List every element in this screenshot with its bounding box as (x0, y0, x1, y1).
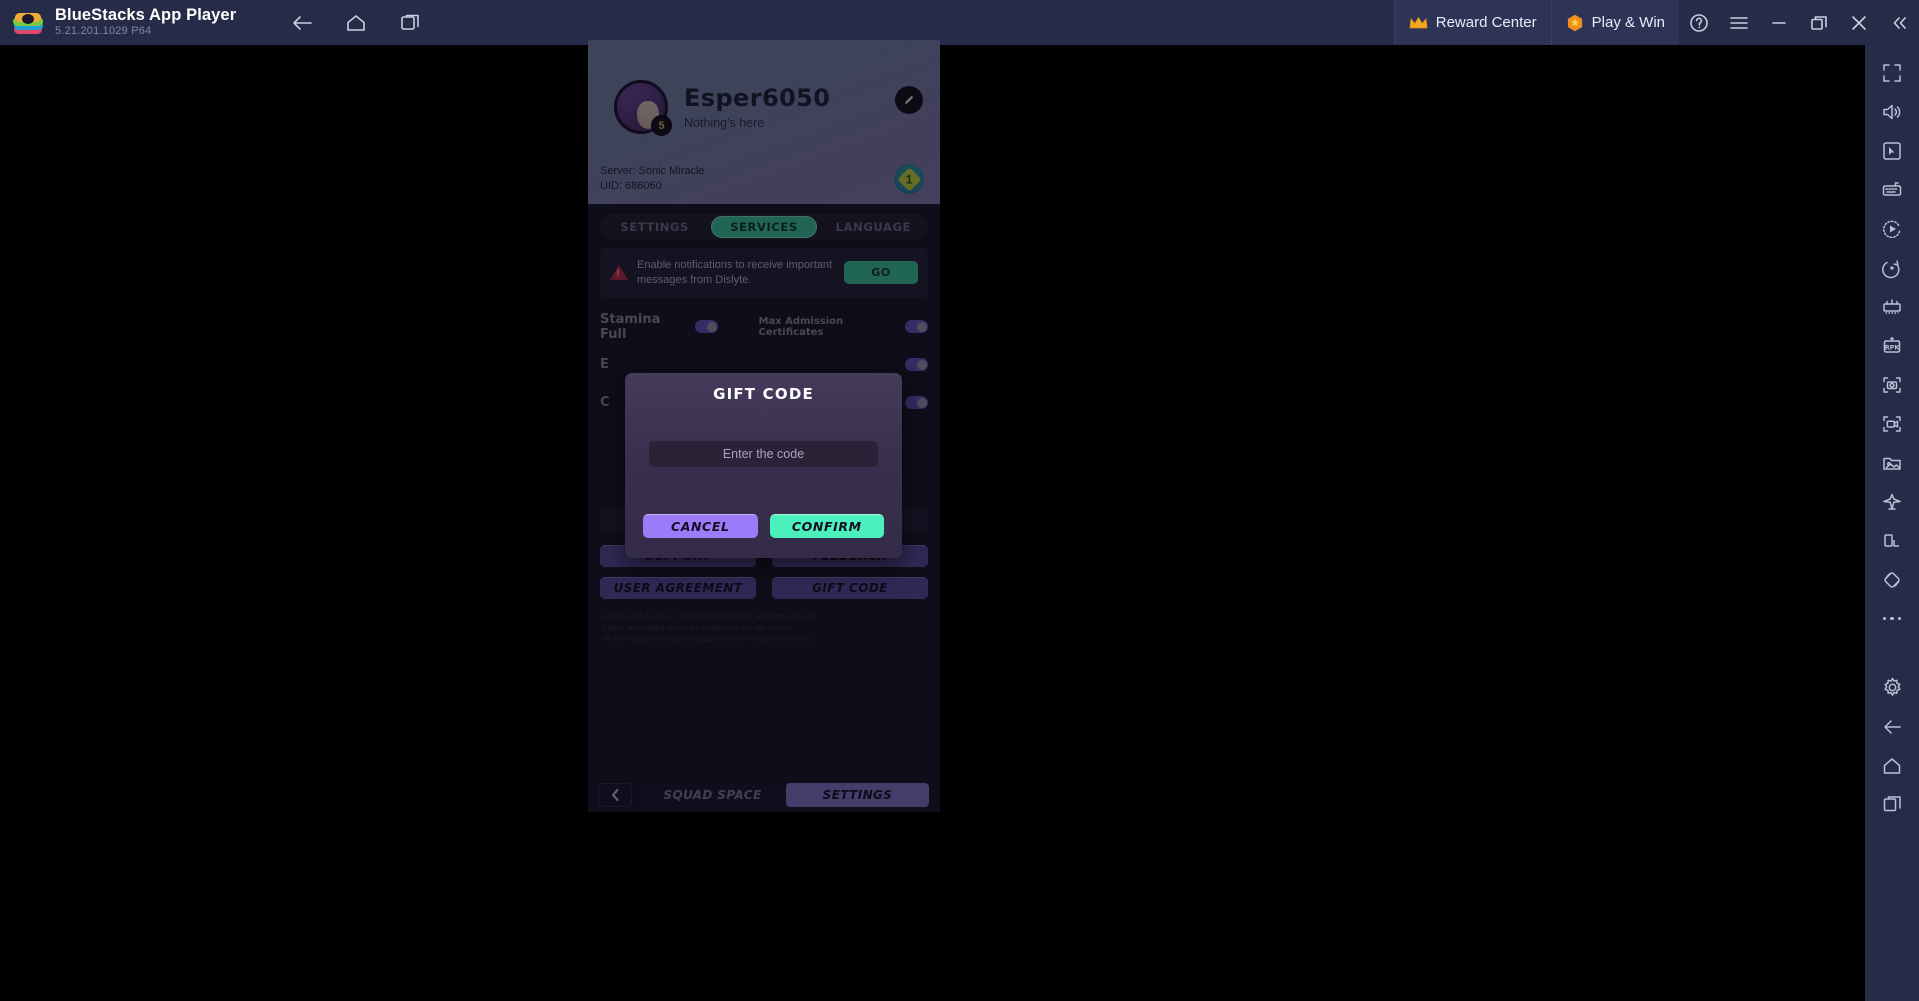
back-arrow-icon (1884, 719, 1901, 734)
close-button[interactable] (1839, 0, 1879, 45)
sidebar-item-eco-mode[interactable] (1865, 482, 1919, 521)
sidebar-item-rpk[interactable]: RPK (1865, 326, 1919, 365)
play-and-win-button[interactable]: Play & Win (1550, 0, 1679, 45)
confirm-button[interactable]: CONFIRM (769, 514, 884, 538)
gift-code-input[interactable] (649, 441, 878, 467)
sidebar-item-rotate[interactable] (1865, 248, 1919, 287)
titlebar-nav-group (284, 8, 428, 38)
home-icon (1883, 757, 1901, 774)
cancel-button[interactable]: CANCEL (643, 514, 758, 538)
rpk-icon: RPK (1883, 336, 1901, 353)
sidebar-item-settings[interactable] (1865, 668, 1919, 707)
sidebar-item-game-controls[interactable] (1865, 170, 1919, 209)
bluestacks-window: BlueStacks App Player 5.21.201.1029 P64 (0, 0, 1919, 1001)
crown-icon (1409, 16, 1428, 30)
fullscreen-icon (1883, 63, 1901, 82)
window-controls (1679, 0, 1919, 45)
volume-icon (1883, 104, 1901, 119)
play-and-win-label: Play & Win (1591, 14, 1665, 31)
sidebar-item-screen-record[interactable] (1865, 404, 1919, 443)
cursor-select-icon (1883, 141, 1901, 160)
more-options-icon (1882, 616, 1902, 621)
app-clone-icon (1884, 533, 1899, 547)
settings-gear-icon (1883, 677, 1901, 696)
sidebar-item-media-manager[interactable] (1865, 443, 1919, 482)
help-button[interactable] (1679, 0, 1719, 45)
screen-record-icon (1883, 415, 1901, 432)
game-viewport: 5 Esper6050 Nothing's here Server: Sonic… (588, 40, 940, 812)
minimize-icon (1772, 21, 1786, 24)
macro-record-icon (1883, 220, 1901, 238)
sidebar-item-fullscreen[interactable] (1865, 53, 1919, 92)
trim-memory-icon (1884, 571, 1900, 588)
multi-instance-sync-icon (1883, 298, 1901, 314)
titlebar-right-group: Reward Center Play & Win (1393, 0, 1919, 45)
hex-star-icon (1566, 14, 1584, 32)
collapse-sidebar-button[interactable] (1879, 0, 1919, 45)
reward-center-button[interactable]: Reward Center (1393, 0, 1551, 45)
help-circle-icon (1690, 13, 1708, 32)
menu-button[interactable] (1719, 0, 1759, 45)
maximize-icon (1811, 15, 1827, 30)
titlebar-home-button[interactable] (338, 8, 374, 38)
recent-apps-icon (1883, 796, 1901, 812)
rotate-icon (1882, 259, 1900, 278)
reward-center-label: Reward Center (1435, 14, 1537, 31)
eco-mode-icon (1883, 493, 1901, 510)
app-title: BlueStacks App Player (55, 6, 237, 25)
sidebar-item-recent-apps[interactable] (1865, 785, 1919, 824)
sidebar-item-macro-recorder[interactable] (1865, 209, 1919, 248)
sidebar-item-app-clone[interactable] (1865, 521, 1919, 560)
title-bar: BlueStacks App Player 5.21.201.1029 P64 (0, 0, 1919, 45)
sidebar-item-back[interactable] (1865, 707, 1919, 746)
keyboard-controls-icon (1882, 181, 1902, 196)
maximize-button[interactable] (1799, 0, 1839, 45)
titlebar-back-button[interactable] (284, 8, 320, 38)
bluestacks-logo-icon (13, 8, 43, 38)
screenshot-icon (1883, 376, 1901, 393)
sidebar-item-sync-operations[interactable] (1865, 287, 1919, 326)
sidebar-item-more[interactable] (1865, 599, 1919, 638)
back-arrow-icon (293, 15, 313, 30)
titlebar-recent-apps-button[interactable] (392, 8, 428, 38)
chevron-double-left-icon (1893, 16, 1906, 29)
sidebar-item-screenshot[interactable] (1865, 365, 1919, 404)
app-version: 5.21.201.1029 P64 (55, 25, 152, 38)
home-icon (347, 14, 366, 31)
media-manager-icon (1883, 457, 1901, 470)
app-title-block: BlueStacks App Player 5.21.201.1029 P64 (55, 6, 237, 38)
sidebar-item-home[interactable] (1865, 746, 1919, 785)
sidebar-item-trim-memory[interactable] (1865, 560, 1919, 599)
svg-text:RPK: RPK (1885, 343, 1901, 351)
multi-instance-icon (401, 14, 420, 30)
gift-code-dialog: GIFT CODE CANCEL CONFIRM (625, 373, 902, 558)
sidebar-item-pointer[interactable] (1865, 131, 1919, 170)
hamburger-menu-icon (1730, 16, 1748, 29)
minimize-button[interactable] (1759, 0, 1799, 45)
gift-code-dialog-title: GIFT CODE (713, 385, 814, 403)
close-icon (1852, 15, 1866, 30)
tools-sidebar: RPK (1865, 45, 1919, 1001)
gift-code-dialog-actions: CANCEL CONFIRM (643, 514, 884, 538)
sidebar-item-volume[interactable] (1865, 92, 1919, 131)
